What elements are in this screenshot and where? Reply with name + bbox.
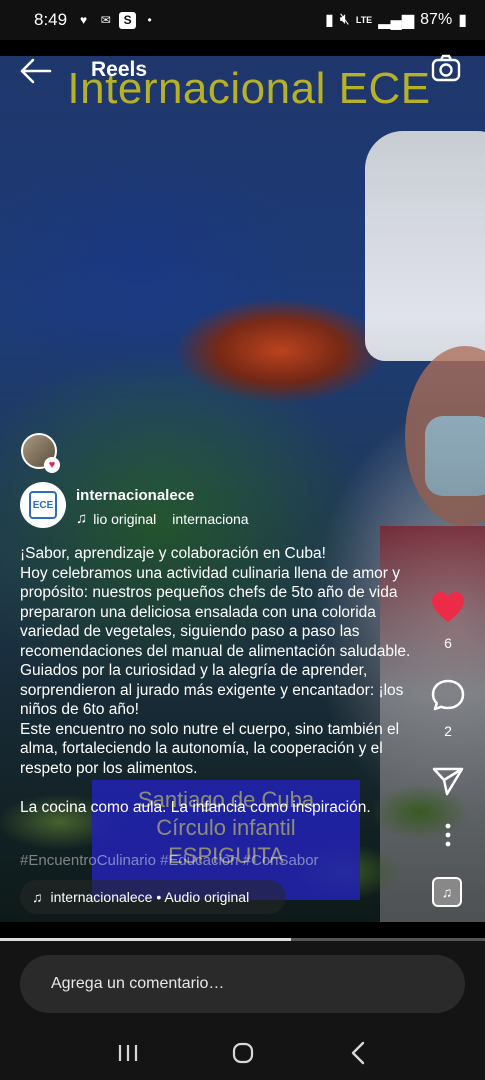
comment-input[interactable]: Agrega un comentario… xyxy=(20,955,465,1013)
like-count: 6 xyxy=(444,635,452,651)
heart-status-icon: ♥ xyxy=(80,13,88,27)
comment-button[interactable]: 2 xyxy=(428,678,468,739)
audio-pill-label: internacionalece • Audio original xyxy=(50,889,250,905)
banner-line-2: Círculo infantil xyxy=(156,815,296,840)
camera-icon[interactable] xyxy=(430,52,462,84)
back-nav-icon[interactable] xyxy=(338,1033,378,1073)
share-button[interactable] xyxy=(428,765,468,802)
music-note-icon: ♫ xyxy=(32,889,43,905)
comment-count: 2 xyxy=(444,723,452,739)
mute-icon: 🔇︎ xyxy=(339,11,350,28)
back-arrow-icon[interactable] xyxy=(20,58,52,84)
dot-status-icon: • xyxy=(147,13,152,27)
post-caption[interactable]: ¡Sabor, aprendizaje y colaboración en Cu… xyxy=(20,544,430,817)
home-icon[interactable] xyxy=(223,1033,263,1073)
audio-user: internaciona xyxy=(172,510,249,527)
battery-saver-icon: ▮ xyxy=(324,12,334,29)
recent-apps-icon[interactable] xyxy=(108,1033,148,1073)
audio-pill-button[interactable]: ♫ internacionalece • Audio original xyxy=(20,880,286,914)
comment-bubble-icon xyxy=(431,679,465,711)
more-options-button[interactable] xyxy=(428,822,468,855)
messenger-status-icon: ✉ xyxy=(100,13,111,27)
network-type: LTE xyxy=(355,14,373,25)
audio-label: lio original xyxy=(93,510,157,527)
post-hashtags[interactable]: #EncuentroCulinario #Educación #ConSabor xyxy=(20,852,360,869)
heart-icon xyxy=(432,592,464,622)
audio-thumbnail-button[interactable]: ♫ xyxy=(432,877,462,907)
audio-ticker[interactable]: ♫ lio original internaciona xyxy=(76,510,256,527)
profile-logo: ECE xyxy=(29,491,57,519)
signal-icon: ▂▄▆ xyxy=(378,12,415,29)
username-link[interactable]: internacionalece xyxy=(76,487,194,504)
status-time: 8:49 xyxy=(34,10,68,29)
system-navigation-bar xyxy=(0,1025,485,1080)
battery-percent: 87% xyxy=(420,11,453,28)
s-app-status-icon: S xyxy=(119,11,137,29)
music-note-icon: ♫ xyxy=(76,510,88,527)
liked-heart-badge-icon: ♥ xyxy=(44,457,60,473)
battery-icon: ▮ xyxy=(458,12,467,29)
more-vertical-icon xyxy=(445,823,451,847)
send-icon xyxy=(432,767,464,796)
page-title: Reels xyxy=(91,58,148,81)
profile-avatar[interactable]: ECE xyxy=(20,482,66,528)
status-bar: 8:49 ♥ ✉ S • ▮ 🔇︎ LTE ▂▄▆ 87% ▮ xyxy=(0,0,485,40)
like-button[interactable]: 6 xyxy=(428,590,468,651)
music-note-icon: ♫ xyxy=(441,884,453,900)
